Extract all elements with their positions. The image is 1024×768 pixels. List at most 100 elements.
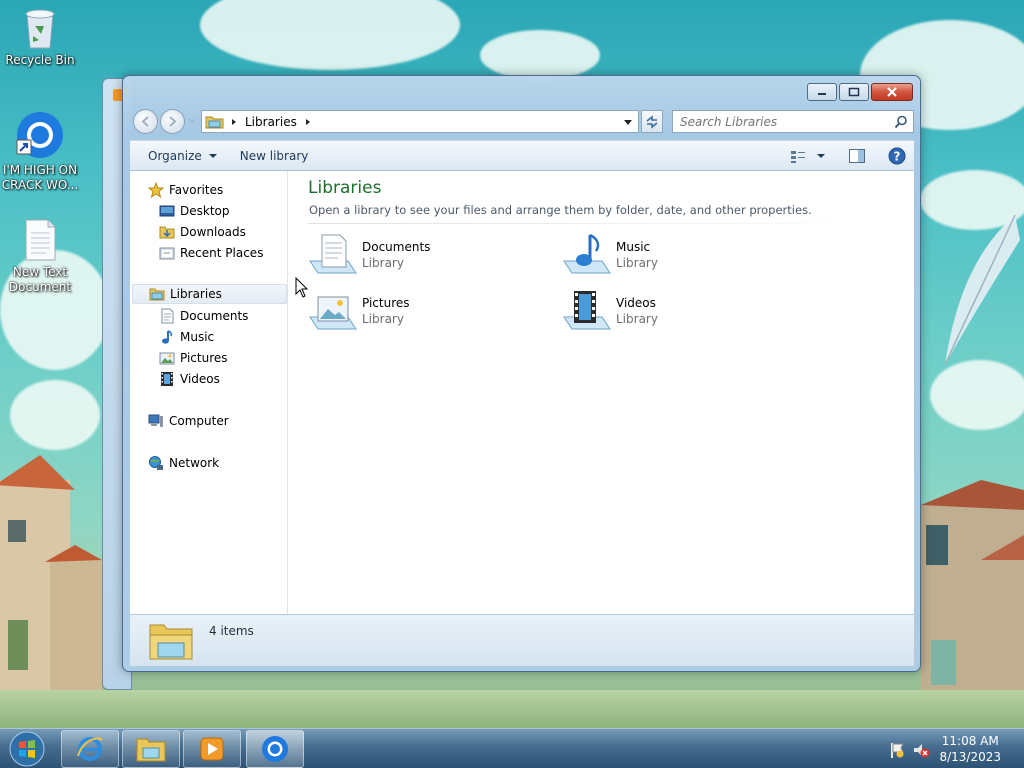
address-bar[interactable]: Libraries bbox=[201, 110, 639, 133]
videos-icon bbox=[159, 371, 175, 387]
nav-item-network[interactable]: Network bbox=[148, 453, 219, 473]
pictures-library-icon bbox=[309, 296, 357, 330]
taskbar-internet-explorer[interactable] bbox=[61, 730, 119, 768]
wallpaper-cloud bbox=[930, 360, 1024, 430]
nav-item-label: Documents bbox=[180, 309, 249, 323]
recent-pages-dropdown-icon[interactable] bbox=[188, 118, 196, 124]
library-tile-pictures[interactable]: Pictures Library bbox=[308, 287, 538, 337]
pictures-icon bbox=[159, 350, 175, 366]
nav-item-computer[interactable]: Computer bbox=[148, 411, 229, 431]
nav-item-libraries[interactable]: Libraries bbox=[132, 284, 287, 304]
navigation-pane: Favorites Desktop Downloads Recent Place… bbox=[130, 171, 288, 614]
media-player-icon bbox=[200, 737, 224, 761]
taskbar-windows-explorer[interactable] bbox=[122, 730, 180, 768]
close-icon bbox=[887, 87, 897, 97]
nav-item-downloads[interactable]: Downloads bbox=[159, 222, 246, 242]
navigation-bar: Libraries bbox=[131, 107, 914, 135]
windows-orb-icon bbox=[9, 731, 45, 767]
view-dropdown-button[interactable] bbox=[810, 144, 832, 168]
system-tray: 11:08 AM 8/13/2023 bbox=[874, 729, 1024, 768]
taskbar-chromium[interactable] bbox=[246, 730, 304, 768]
refresh-icon bbox=[646, 114, 658, 129]
chevron-down-icon bbox=[208, 153, 217, 158]
documents-library-icon bbox=[309, 234, 357, 274]
breadcrumb-arrow-icon[interactable] bbox=[229, 117, 239, 127]
documents-icon bbox=[159, 308, 175, 324]
clock-date: 8/13/2023 bbox=[939, 750, 1001, 764]
folder-icon bbox=[136, 738, 166, 762]
start-button[interactable] bbox=[6, 730, 48, 768]
search-input[interactable] bbox=[673, 111, 883, 132]
taskbar-media-player[interactable] bbox=[183, 730, 241, 768]
breadcrumb-arrow-icon[interactable] bbox=[303, 117, 313, 127]
minimize-icon bbox=[818, 93, 826, 95]
nav-item-label: Computer bbox=[169, 414, 229, 428]
nav-item-music[interactable]: Music bbox=[159, 327, 214, 347]
text-document-icon bbox=[25, 219, 56, 261]
nav-item-label: Network bbox=[169, 456, 220, 470]
library-name: Music bbox=[616, 240, 651, 254]
desktop-icon-chrome-shortcut[interactable]: I'M HIGH ON CRACK WO... bbox=[0, 110, 80, 193]
wallpaper-cloud bbox=[10, 380, 100, 450]
restore-icon bbox=[848, 87, 860, 97]
network-icon bbox=[148, 455, 164, 471]
music-note-icon bbox=[159, 329, 175, 345]
preview-pane-button[interactable] bbox=[840, 144, 874, 168]
music-library-icon bbox=[563, 233, 611, 274]
page-description: Open a library to see your files and arr… bbox=[309, 203, 812, 217]
details-pane: 4 items bbox=[130, 614, 914, 666]
organize-button[interactable]: Organize bbox=[138, 144, 228, 168]
recycle-bin-icon bbox=[25, 9, 55, 49]
libraries-large-icon bbox=[149, 624, 193, 660]
help-button[interactable]: ? bbox=[880, 144, 914, 168]
nav-item-videos[interactable]: Videos bbox=[159, 369, 220, 389]
new-library-label: New library bbox=[239, 148, 309, 163]
back-button[interactable] bbox=[133, 109, 158, 134]
new-library-button[interactable]: New library bbox=[230, 144, 319, 168]
refresh-button[interactable] bbox=[641, 110, 663, 133]
library-name: Videos bbox=[616, 296, 656, 310]
help-icon: ? bbox=[888, 147, 906, 164]
nav-item-label: Downloads bbox=[180, 225, 246, 239]
taskbar: 11:08 AM 8/13/2023 bbox=[0, 728, 1024, 768]
address-history-dropdown-icon[interactable] bbox=[623, 119, 633, 127]
close-button[interactable] bbox=[871, 83, 913, 101]
search-icon[interactable] bbox=[894, 115, 908, 129]
caption-buttons bbox=[805, 83, 913, 101]
nav-item-desktop[interactable]: Desktop bbox=[159, 201, 230, 221]
nav-item-pictures[interactable]: Pictures bbox=[159, 348, 228, 368]
nav-item-recent-places[interactable]: Recent Places bbox=[159, 243, 263, 263]
volume-muted-icon[interactable] bbox=[912, 741, 930, 759]
desktop-icon-new-text-document[interactable]: New Text Document bbox=[0, 218, 80, 295]
nav-item-label: Libraries bbox=[170, 287, 222, 301]
organize-label: Organize bbox=[148, 148, 202, 163]
library-tile-music[interactable]: Music Library bbox=[562, 231, 792, 281]
maximize-button[interactable] bbox=[839, 83, 869, 101]
page-title: Libraries bbox=[308, 178, 382, 198]
change-view-button[interactable] bbox=[786, 144, 810, 168]
library-type: Library bbox=[362, 256, 404, 270]
explorer-window[interactable]: Libraries Organize New library bbox=[122, 75, 921, 672]
libraries-icon bbox=[149, 286, 165, 302]
computer-icon bbox=[148, 413, 164, 429]
minimize-button[interactable] bbox=[807, 83, 837, 101]
desktop-icon-recycle-bin[interactable]: Recycle Bin bbox=[0, 6, 80, 68]
star-icon bbox=[148, 182, 164, 198]
mouse-cursor-icon bbox=[295, 277, 309, 298]
action-center-flag-icon[interactable] bbox=[888, 741, 906, 759]
breadcrumb-libraries[interactable]: Libraries bbox=[245, 115, 297, 129]
search-box[interactable] bbox=[672, 110, 914, 133]
library-tile-videos[interactable]: Videos Library bbox=[562, 287, 792, 337]
taskbar-clock[interactable]: 11:08 AM 8/13/2023 bbox=[939, 733, 1001, 765]
libraries-folder-icon bbox=[205, 116, 224, 128]
library-tile-documents[interactable]: Documents Library bbox=[308, 231, 538, 281]
nav-item-documents[interactable]: Documents bbox=[159, 306, 248, 326]
nav-item-label: Music bbox=[180, 330, 215, 344]
nav-item-label: Favorites bbox=[169, 183, 224, 197]
divider bbox=[308, 223, 902, 224]
back-arrow-icon bbox=[141, 116, 149, 127]
downloads-folder-icon bbox=[159, 224, 175, 240]
forward-button[interactable] bbox=[160, 109, 185, 134]
nav-item-label: Videos bbox=[180, 372, 220, 386]
nav-item-favorites[interactable]: Favorites bbox=[148, 180, 223, 200]
